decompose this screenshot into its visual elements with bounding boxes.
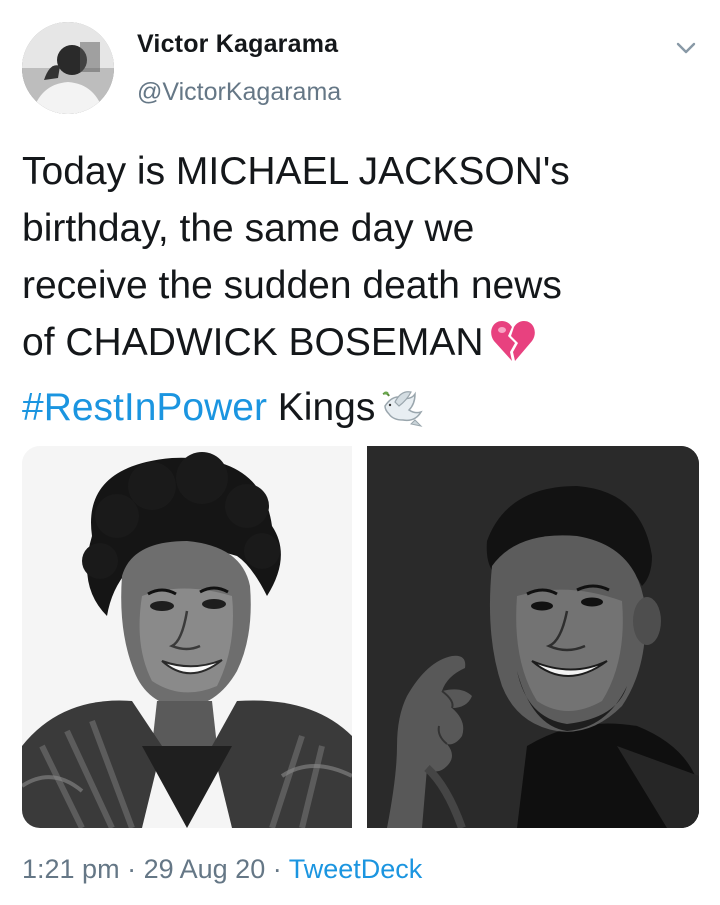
tweet-text-line-5: #RestInPower Kings [22,379,702,444]
media-photo-1[interactable] [22,446,352,828]
tweet-text-line: Today is MICHAEL JACKSON's [22,150,570,193]
tweet-date[interactable]: 29 Aug 20 [144,854,266,884]
tweet-text-segment: Kings [277,386,376,429]
tweet-card: Victor Kagarama @VictorKagarama Today is… [0,0,720,905]
dove-icon [381,387,425,444]
meta-separator: · [127,854,137,884]
tweet-text-line: birthday, the same day we [22,207,475,250]
broken-heart-icon [490,319,536,379]
chevron-down-icon[interactable] [672,34,700,62]
author-handle[interactable]: @VictorKagarama [137,78,341,107]
tweet-text-segment: of CHADWICK BOSEMAN [22,321,484,364]
tweet-meta: 1:21 pm · 29 Aug 20 · TweetDeck [22,854,422,885]
tweet-text-line: receive the sudden death news [22,264,562,307]
avatar[interactable] [22,22,114,114]
tweet-text-line-4: of CHADWICK BOSEMAN [22,314,702,379]
hashtag-link[interactable]: #RestInPower [22,386,267,429]
media-grid [22,446,699,828]
media-photo-2[interactable] [367,446,699,828]
author-display-name[interactable]: Victor Kagarama [137,30,338,59]
tweet-text: Today is MICHAEL JACKSON's birthday, the… [22,143,702,444]
tweet-source-link[interactable]: TweetDeck [289,854,423,884]
meta-separator: · [272,854,282,884]
tweet-time[interactable]: 1:21 pm [22,854,120,884]
